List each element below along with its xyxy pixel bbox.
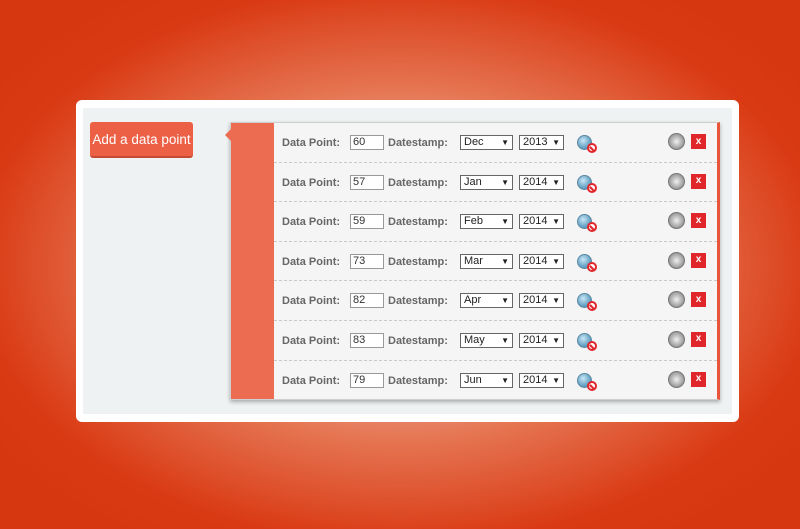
data-point-label: Data Point: — [282, 137, 341, 149]
add-data-point-button[interactable]: Add a data point — [90, 122, 193, 158]
month-value: May — [464, 333, 485, 346]
data-point-label: Data Point: — [282, 334, 341, 347]
month-value: Jun — [464, 373, 482, 386]
datestamp-label: Datestamp: — [388, 374, 448, 387]
month-select[interactable]: Dec ▼ — [460, 135, 513, 150]
month-value: Apr — [464, 294, 482, 307]
dropdown-arrow-icon: ▼ — [552, 177, 560, 187]
data-point-label: Data Point: — [282, 216, 341, 229]
year-value: 2014 — [523, 294, 548, 307]
globe-icon[interactable] — [668, 133, 685, 150]
data-point-row: Data Point: 73 Datestamp: Mar ▼ 2014 ▼ x — [274, 242, 717, 282]
data-point-label: Data Point: — [282, 255, 341, 268]
dropdown-arrow-icon: ▼ — [501, 335, 509, 345]
globe-blocked-icon[interactable] — [577, 332, 597, 351]
dropdown-arrow-icon: ▼ — [501, 256, 509, 266]
month-select[interactable]: Apr ▼ — [460, 293, 513, 309]
data-point-label: Data Point: — [282, 374, 341, 387]
dropdown-arrow-icon: ▼ — [552, 138, 560, 147]
year-select[interactable]: 2014 ▼ — [519, 174, 564, 190]
delete-row-button[interactable]: x — [691, 213, 706, 229]
globe-blocked-icon[interactable] — [577, 372, 597, 391]
data-point-input[interactable]: 59 — [350, 214, 384, 230]
globe-icon[interactable] — [668, 330, 685, 348]
data-point-row: Data Point: 83 Datestamp: May ▼ 2014 ▼ x — [274, 321, 717, 361]
month-value: Feb — [464, 215, 483, 228]
globe-icon[interactable] — [668, 172, 685, 190]
dropdown-arrow-icon: ▼ — [501, 138, 509, 147]
year-select[interactable]: 2014 ▼ — [519, 293, 564, 309]
dropdown-arrow-icon: ▼ — [501, 217, 509, 227]
delete-row-button[interactable]: x — [691, 173, 706, 189]
globe-blocked-icon[interactable] — [577, 253, 597, 272]
main-card: Add a data point Data Point: 60 Datestam… — [76, 100, 739, 422]
data-point-list: Data Point: 60 Datestamp: Dec ▼ 2013 ▼ x D… — [274, 123, 717, 400]
year-select[interactable]: 2014 ▼ — [519, 253, 564, 269]
delete-row-button[interactable]: x — [691, 371, 706, 387]
month-select[interactable]: Feb ▼ — [460, 214, 513, 230]
panel-side-strip — [231, 123, 274, 399]
dropdown-arrow-icon: ▼ — [552, 335, 560, 345]
year-select[interactable]: 2014 ▼ — [519, 214, 564, 230]
month-select[interactable]: Jan ▼ — [460, 174, 513, 190]
data-point-input[interactable]: 82 — [350, 293, 384, 309]
data-point-input[interactable]: 79 — [350, 372, 384, 388]
globe-icon[interactable] — [668, 212, 685, 230]
dropdown-arrow-icon: ▼ — [552, 217, 560, 227]
data-points-panel: Data Point: 60 Datestamp: Dec ▼ 2013 ▼ x D… — [225, 122, 720, 400]
month-select[interactable]: May ▼ — [460, 332, 513, 348]
dropdown-arrow-icon: ▼ — [501, 375, 509, 385]
year-select[interactable]: 2013 ▼ — [519, 135, 564, 150]
dropdown-arrow-icon: ▼ — [552, 375, 560, 385]
year-value: 2014 — [523, 215, 548, 228]
year-value: 2014 — [523, 254, 548, 267]
delete-row-button[interactable]: x — [691, 292, 706, 308]
globe-blocked-icon[interactable] — [577, 214, 597, 233]
year-value: 2014 — [523, 333, 548, 346]
month-value: Dec — [464, 136, 484, 148]
data-point-input[interactable]: 83 — [350, 332, 384, 348]
card-content: Add a data point Data Point: 60 Datestam… — [83, 108, 732, 414]
month-select[interactable]: Jun ▼ — [460, 372, 513, 388]
month-value: Mar — [464, 254, 483, 267]
year-value: 2014 — [523, 175, 548, 188]
datestamp-label: Datestamp: — [388, 295, 448, 308]
data-point-label: Data Point: — [282, 295, 341, 308]
delete-row-button[interactable]: x — [691, 331, 706, 347]
data-point-row: Data Point: 79 Datestamp: Jun ▼ 2014 ▼ x — [274, 361, 717, 401]
delete-row-button[interactable]: x — [691, 252, 706, 268]
data-point-row: Data Point: 59 Datestamp: Feb ▼ 2014 ▼ x — [274, 202, 717, 242]
datestamp-label: Datestamp: — [388, 334, 448, 347]
year-select[interactable]: 2014 ▼ — [519, 332, 564, 348]
data-point-input[interactable]: 73 — [350, 253, 384, 269]
datestamp-label: Datestamp: — [388, 176, 448, 189]
datestamp-label: Datestamp: — [388, 137, 448, 149]
month-select[interactable]: Mar ▼ — [460, 253, 513, 269]
globe-blocked-icon[interactable] — [577, 135, 597, 153]
data-point-row: Data Point: 60 Datestamp: Dec ▼ 2013 ▼ x — [274, 123, 717, 163]
dropdown-arrow-icon: ▼ — [552, 256, 560, 266]
data-point-input[interactable]: 60 — [350, 135, 384, 150]
globe-icon[interactable] — [668, 370, 685, 388]
year-value: 2014 — [523, 373, 548, 386]
globe-icon[interactable] — [668, 291, 685, 309]
year-value: 2013 — [523, 136, 548, 148]
data-point-row: Data Point: 57 Datestamp: Jan ▼ 2014 ▼ x — [274, 163, 717, 203]
delete-row-button[interactable]: x — [691, 134, 706, 149]
month-value: Jan — [464, 175, 482, 188]
datestamp-label: Datestamp: — [388, 216, 448, 229]
data-point-label: Data Point: — [282, 176, 341, 189]
dropdown-arrow-icon: ▼ — [552, 296, 560, 306]
globe-blocked-icon[interactable] — [577, 293, 597, 312]
globe-icon[interactable] — [668, 251, 685, 269]
data-point-row: Data Point: 82 Datestamp: Apr ▼ 2014 ▼ x — [274, 281, 717, 321]
data-point-input[interactable]: 57 — [350, 174, 384, 190]
globe-blocked-icon[interactable] — [577, 174, 597, 193]
year-select[interactable]: 2014 ▼ — [519, 372, 564, 388]
datestamp-label: Datestamp: — [388, 255, 448, 268]
dropdown-arrow-icon: ▼ — [501, 296, 509, 306]
dropdown-arrow-icon: ▼ — [501, 177, 509, 187]
